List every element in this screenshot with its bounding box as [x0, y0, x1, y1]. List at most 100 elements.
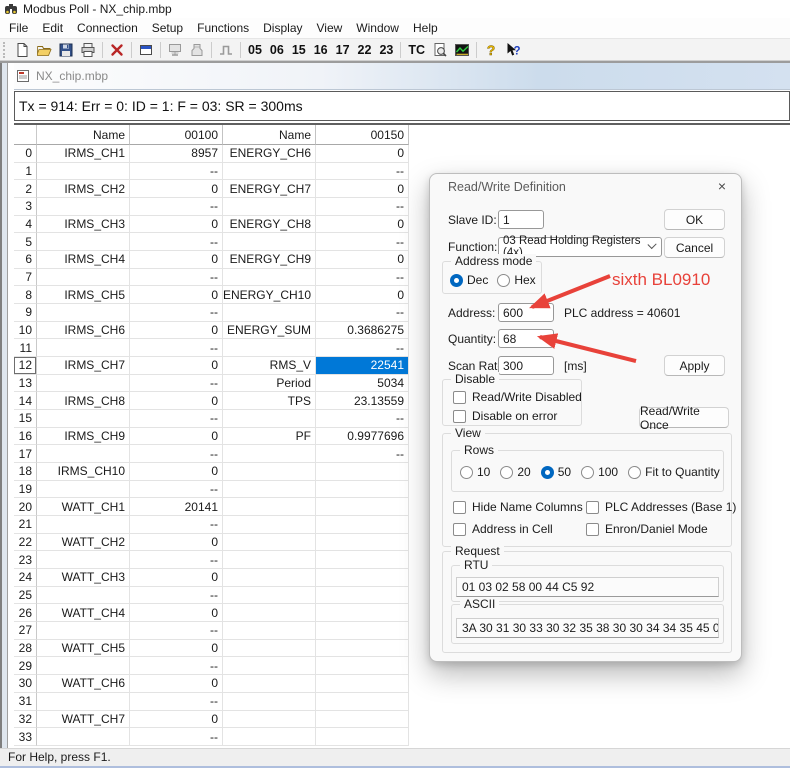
cell-r1-c0[interactable]: 1 — [14, 163, 37, 181]
cell-r13-c3[interactable]: Period — [223, 375, 316, 393]
cell-r30-c3[interactable] — [223, 675, 316, 693]
cell-r11-c1[interactable] — [37, 339, 130, 357]
cell-r19-c1[interactable] — [37, 481, 130, 499]
cell-r29-c4[interactable] — [316, 657, 409, 675]
cell-r30-c1[interactable]: WATT_CH6 — [37, 675, 130, 693]
function-code-button-06[interactable]: 06 — [266, 43, 288, 57]
cell-r24-c4[interactable] — [316, 569, 409, 587]
radio-icon[interactable] — [500, 466, 513, 479]
cell-r21-c1[interactable] — [37, 516, 130, 534]
cell-r28-c2[interactable]: 0 — [130, 640, 223, 658]
cell-r19-c4[interactable] — [316, 481, 409, 499]
cell-r17-c2[interactable]: -- — [130, 445, 223, 463]
ok-button[interactable]: OK — [664, 209, 725, 230]
cell-r0-c0[interactable]: 0 — [14, 145, 37, 163]
cell-r6-c4[interactable]: 0 — [316, 251, 409, 269]
cell-r30-c0[interactable]: 30 — [14, 675, 37, 693]
cell-r3-c3[interactable] — [223, 198, 316, 216]
cell-r16-c1[interactable]: IRMS_CH9 — [37, 428, 130, 446]
radio-rows-100[interactable]: 100 — [581, 465, 618, 479]
cell-r32-c0[interactable]: 32 — [14, 711, 37, 729]
cell-r24-c0[interactable]: 24 — [14, 569, 37, 587]
cell-r31-c4[interactable] — [316, 693, 409, 711]
radio-rows-fit-to-quantity[interactable]: Fit to Quantity — [628, 465, 720, 479]
radio-icon[interactable] — [450, 274, 463, 287]
cell-r1-c1[interactable] — [37, 163, 130, 181]
cell-r13-c2[interactable]: -- — [130, 375, 223, 393]
cell-r4-c0[interactable]: 4 — [14, 216, 37, 234]
cell-r8-c3[interactable]: ENERGY_CH10 — [223, 286, 316, 304]
menu-help[interactable]: Help — [406, 18, 445, 38]
menu-connection[interactable]: Connection — [70, 18, 145, 38]
menu-functions[interactable]: Functions — [190, 18, 256, 38]
grid-header-Name[interactable]: Name — [223, 125, 316, 145]
scan-rate-input[interactable]: 300 — [498, 356, 554, 375]
cell-r19-c3[interactable] — [223, 481, 316, 499]
function-code-button-22[interactable]: 22 — [354, 43, 376, 57]
menu-setup[interactable]: Setup — [145, 18, 190, 38]
cell-r21-c2[interactable]: -- — [130, 516, 223, 534]
cell-r0-c2[interactable]: 8957 — [130, 145, 223, 163]
cancel-button[interactable]: Cancel — [664, 237, 725, 258]
cell-r10-c3[interactable]: ENERGY_SUM — [223, 322, 316, 340]
function-code-button-05[interactable]: 05 — [244, 43, 266, 57]
cell-r8-c0[interactable]: 8 — [14, 286, 37, 304]
radio-icon[interactable] — [497, 274, 510, 287]
cell-r7-c1[interactable] — [37, 269, 130, 287]
radio-rows-20[interactable]: 20 — [500, 465, 530, 479]
cell-r8-c1[interactable]: IRMS_CH5 — [37, 286, 130, 304]
address-input[interactable]: 600 — [498, 303, 554, 322]
cell-r2-c3[interactable]: ENERGY_CH7 — [223, 180, 316, 198]
radio-rows-50[interactable]: 50 — [541, 465, 571, 479]
cell-r10-c4[interactable]: 0.3686275 — [316, 322, 409, 340]
cell-r22-c2[interactable]: 0 — [130, 534, 223, 552]
save-icon[interactable] — [55, 40, 77, 60]
cell-r1-c4[interactable]: -- — [316, 163, 409, 181]
checkbox-enron-daniel-mode[interactable]: Enron/Daniel Mode — [586, 522, 708, 536]
menu-file[interactable]: File — [2, 18, 35, 38]
checkbox-icon[interactable] — [453, 391, 466, 404]
cell-r8-c2[interactable]: 0 — [130, 286, 223, 304]
cell-r14-c3[interactable]: TPS — [223, 392, 316, 410]
cell-r12-c0[interactable]: 12 — [14, 357, 37, 375]
cell-r20-c1[interactable]: WATT_CH1 — [37, 498, 130, 516]
read-write-once-button[interactable]: Read/Write Once — [639, 407, 729, 428]
cell-r22-c4[interactable] — [316, 534, 409, 552]
cell-r30-c2[interactable]: 0 — [130, 675, 223, 693]
cell-r25-c0[interactable]: 25 — [14, 587, 37, 605]
cell-r32-c2[interactable]: 0 — [130, 711, 223, 729]
checkbox-icon[interactable] — [586, 523, 599, 536]
cell-r23-c4[interactable] — [316, 551, 409, 569]
cell-r15-c1[interactable] — [37, 410, 130, 428]
cell-r23-c1[interactable] — [37, 551, 130, 569]
cell-r26-c0[interactable]: 26 — [14, 604, 37, 622]
cell-r18-c0[interactable]: 18 — [14, 463, 37, 481]
cell-r31-c1[interactable] — [37, 693, 130, 711]
document-title-bar[interactable]: NX_chip.mbp — [8, 63, 790, 90]
cell-r9-c2[interactable]: -- — [130, 304, 223, 322]
cell-r13-c1[interactable] — [37, 375, 130, 393]
cell-r12-c2[interactable]: 0 — [130, 357, 223, 375]
cell-r12-c3[interactable]: RMS_V — [223, 357, 316, 375]
cell-r5-c2[interactable]: -- — [130, 233, 223, 251]
cell-r20-c4[interactable] — [316, 498, 409, 516]
open-icon[interactable] — [33, 40, 55, 60]
cell-r32-c4[interactable] — [316, 711, 409, 729]
cell-r28-c0[interactable]: 28 — [14, 640, 37, 658]
cell-r29-c1[interactable] — [37, 657, 130, 675]
cell-r16-c0[interactable]: 16 — [14, 428, 37, 446]
grid-header-00150[interactable]: 00150 — [316, 125, 409, 145]
cell-r28-c3[interactable] — [223, 640, 316, 658]
checkbox-icon[interactable] — [453, 410, 466, 423]
cell-r33-c1[interactable] — [37, 728, 130, 746]
cell-r14-c4[interactable]: 23.13559 — [316, 392, 409, 410]
cell-r17-c0[interactable]: 17 — [14, 445, 37, 463]
cell-r1-c3[interactable] — [223, 163, 316, 181]
cell-r24-c2[interactable]: 0 — [130, 569, 223, 587]
cell-r29-c0[interactable]: 29 — [14, 657, 37, 675]
print-icon[interactable] — [77, 40, 99, 60]
communication-log-icon[interactable] — [186, 40, 208, 60]
checkbox-disable-on-error[interactable]: Disable on error — [453, 409, 557, 423]
cell-r32-c1[interactable]: WATT_CH7 — [37, 711, 130, 729]
quantity-input[interactable]: 68 — [498, 329, 554, 348]
